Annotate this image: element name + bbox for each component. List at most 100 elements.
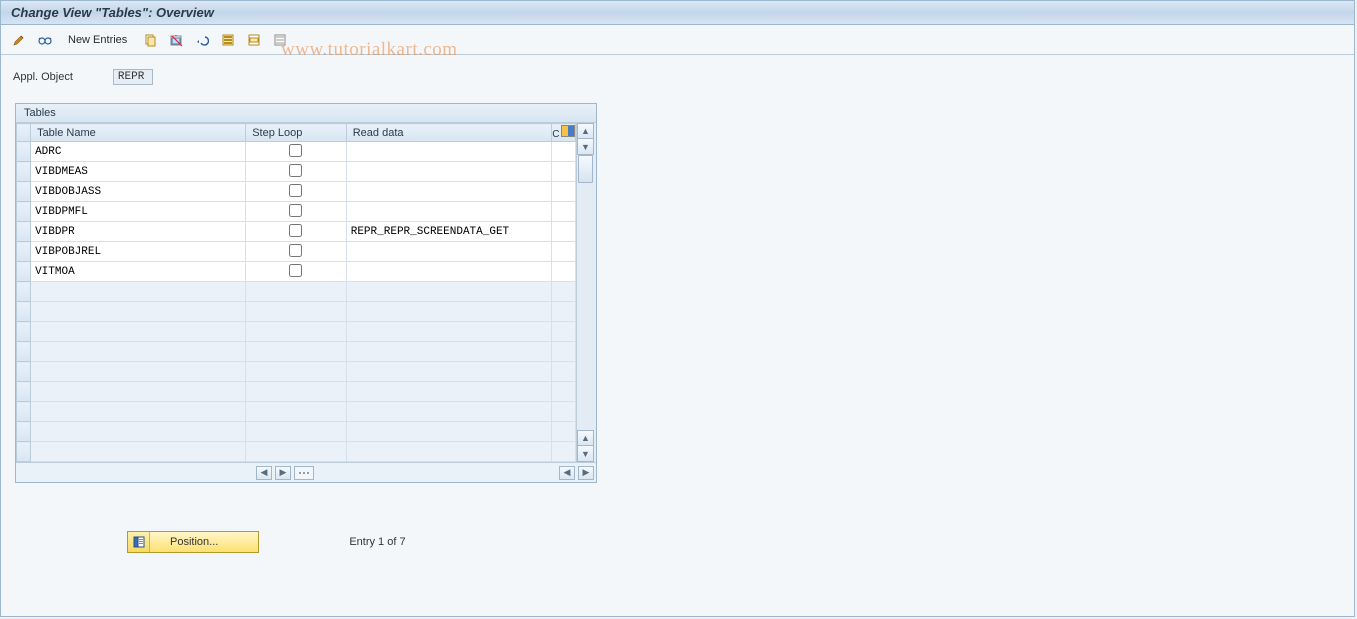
col-header-select[interactable]	[17, 124, 31, 142]
step-loop-checkbox[interactable]	[289, 224, 302, 237]
cell-step-loop[interactable]	[246, 222, 347, 242]
copy-as-button[interactable]	[140, 30, 160, 50]
deselect-all-button[interactable]	[270, 30, 290, 50]
cell-table-name[interactable]	[31, 322, 246, 342]
scroll-up-button[interactable]: ▲	[577, 123, 594, 139]
row-selector[interactable]	[17, 382, 31, 402]
details-button[interactable]	[35, 30, 55, 50]
cell-read-data[interactable]	[346, 162, 551, 182]
scroll-down-button[interactable]: ▼	[577, 139, 594, 155]
row-selector[interactable]	[17, 242, 31, 262]
read-data-input[interactable]	[347, 202, 551, 221]
row-selector[interactable]	[17, 362, 31, 382]
scroll-down2-button[interactable]: ▼	[577, 446, 594, 462]
position-button[interactable]: Position...	[127, 531, 259, 553]
row-selector[interactable]	[17, 322, 31, 342]
cell-step-loop[interactable]	[246, 142, 347, 162]
cell-read-data[interactable]	[346, 382, 551, 402]
row-selector[interactable]	[17, 162, 31, 182]
row-selector[interactable]	[17, 262, 31, 282]
cell-step-loop[interactable]	[246, 202, 347, 222]
row-selector[interactable]	[17, 222, 31, 242]
cell-table-name[interactable]	[31, 302, 246, 322]
cell-table-name[interactable]	[31, 242, 246, 262]
scroll-up2-button[interactable]: ▲	[577, 430, 594, 446]
cell-read-data[interactable]	[346, 222, 551, 242]
select-all-button[interactable]	[218, 30, 238, 50]
hscroll-col-config-button[interactable]	[294, 466, 314, 480]
row-selector[interactable]	[17, 342, 31, 362]
cell-read-data[interactable]	[346, 302, 551, 322]
cell-table-name[interactable]	[31, 162, 246, 182]
row-selector[interactable]	[17, 402, 31, 422]
cell-table-name[interactable]	[31, 222, 246, 242]
step-loop-checkbox[interactable]	[289, 164, 302, 177]
scroll-track[interactable]	[577, 155, 594, 430]
cell-step-loop[interactable]	[246, 262, 347, 282]
table-name-input[interactable]	[31, 262, 245, 281]
read-data-input[interactable]	[347, 262, 551, 281]
scroll-thumb[interactable]	[578, 155, 593, 183]
read-data-input[interactable]	[347, 142, 551, 161]
read-data-input[interactable]	[347, 242, 551, 261]
cell-read-data[interactable]	[346, 142, 551, 162]
cell-read-data[interactable]	[346, 442, 551, 462]
cell-table-name[interactable]	[31, 282, 246, 302]
step-loop-checkbox[interactable]	[289, 204, 302, 217]
cell-table-name[interactable]	[31, 262, 246, 282]
hscroll-left2-button[interactable]: ◀	[559, 466, 575, 480]
table-name-input[interactable]	[31, 242, 245, 261]
vertical-scrollbar[interactable]: ▲ ▼ ▲ ▼	[576, 123, 594, 462]
hscroll-left-button[interactable]: ◀	[256, 466, 272, 480]
table-name-input[interactable]	[31, 202, 245, 221]
read-data-input[interactable]	[347, 182, 551, 201]
col-header-read[interactable]: Read data	[346, 124, 551, 142]
step-loop-checkbox[interactable]	[289, 244, 302, 257]
hscroll-right2-button[interactable]: ▶	[578, 466, 594, 480]
row-selector[interactable]	[17, 202, 31, 222]
row-selector[interactable]	[17, 282, 31, 302]
cell-read-data[interactable]	[346, 322, 551, 342]
cell-read-data[interactable]	[346, 422, 551, 442]
hscroll-right-button[interactable]: ▶	[275, 466, 291, 480]
undo-button[interactable]	[192, 30, 212, 50]
table-name-input[interactable]	[31, 222, 245, 241]
cell-table-name[interactable]	[31, 382, 246, 402]
cell-step-loop[interactable]	[246, 162, 347, 182]
read-data-input[interactable]	[347, 222, 551, 241]
cell-read-data[interactable]	[346, 262, 551, 282]
step-loop-checkbox[interactable]	[289, 264, 302, 277]
cell-table-name[interactable]	[31, 422, 246, 442]
table-name-input[interactable]	[31, 162, 245, 181]
step-loop-checkbox[interactable]	[289, 184, 302, 197]
cell-table-name[interactable]	[31, 442, 246, 462]
row-selector[interactable]	[17, 182, 31, 202]
cell-read-data[interactable]	[346, 362, 551, 382]
select-block-button[interactable]	[244, 30, 264, 50]
cell-read-data[interactable]	[346, 182, 551, 202]
col-header-step[interactable]: Step Loop	[246, 124, 347, 142]
read-data-input[interactable]	[347, 162, 551, 181]
cell-table-name[interactable]	[31, 402, 246, 422]
cell-read-data[interactable]	[346, 342, 551, 362]
cell-table-name[interactable]	[31, 362, 246, 382]
row-selector[interactable]	[17, 142, 31, 162]
row-selector[interactable]	[17, 422, 31, 442]
table-name-input[interactable]	[31, 182, 245, 201]
cell-step-loop[interactable]	[246, 182, 347, 202]
new-entries-button[interactable]: New Entries	[61, 31, 134, 49]
cell-table-name[interactable]	[31, 202, 246, 222]
cell-table-name[interactable]	[31, 342, 246, 362]
cell-table-name[interactable]	[31, 182, 246, 202]
step-loop-checkbox[interactable]	[289, 144, 302, 157]
row-selector[interactable]	[17, 302, 31, 322]
cell-read-data[interactable]	[346, 402, 551, 422]
cell-table-name[interactable]	[31, 142, 246, 162]
cell-step-loop[interactable]	[246, 242, 347, 262]
col-header-config[interactable]: C	[551, 124, 575, 142]
cell-read-data[interactable]	[346, 242, 551, 262]
table-name-input[interactable]	[31, 142, 245, 161]
cell-read-data[interactable]	[346, 282, 551, 302]
cell-read-data[interactable]	[346, 202, 551, 222]
col-header-name[interactable]: Table Name	[31, 124, 246, 142]
